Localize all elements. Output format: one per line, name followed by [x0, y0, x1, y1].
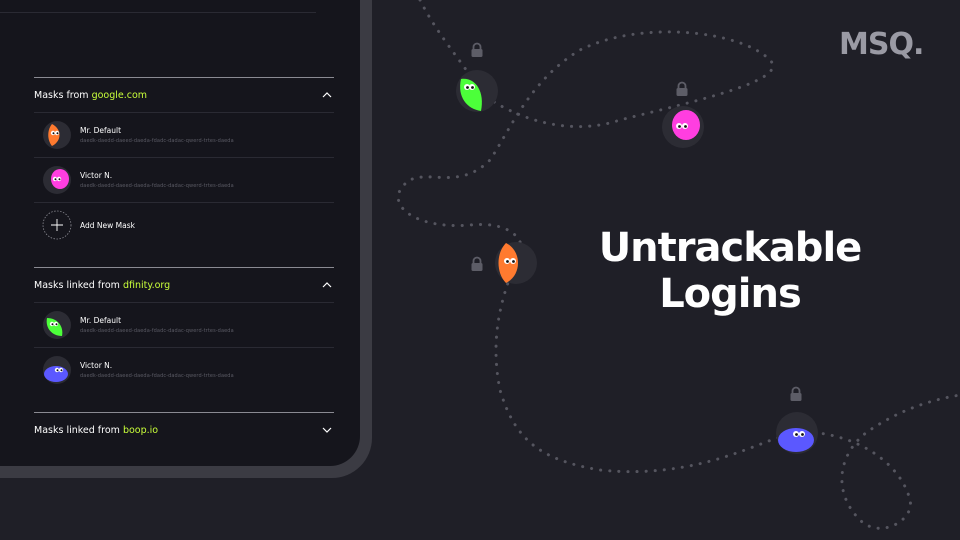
mask-node-green [456, 70, 498, 112]
mask-id: daedk-daedd-daeed-daeda-fdadc-dadac-qwer… [80, 183, 234, 189]
chevron-up-icon[interactable] [320, 88, 334, 102]
section-header[interactable]: Masks linked from boop.io [34, 413, 334, 447]
lock-icon [471, 256, 483, 271]
mask-id: daedk-daedd-daeed-daeda-fdadc-dadac-qwer… [80, 373, 234, 379]
lock-icon [676, 81, 688, 96]
mask-row[interactable]: Mr. Default daedk-daedd-daeed-daeda-fdad… [34, 112, 334, 157]
section-title: Masks from google.com [34, 89, 148, 101]
mask-row[interactable]: Victor N. daedk-daedd-daeed-daeda-fdadc-… [34, 157, 334, 202]
section-domain: dfinity.org [122, 279, 171, 291]
section-domain: google.com [91, 89, 148, 101]
mask-avatar-green [43, 311, 71, 339]
mask-name: Mr. Default [80, 316, 122, 325]
mask-avatar-pink [43, 166, 71, 194]
section-header[interactable]: Masks from google.com [34, 78, 334, 112]
mask-node-pink [662, 106, 704, 148]
mask-name: Victor N. [80, 361, 113, 370]
plus-icon [42, 210, 72, 240]
section-google: Masks from google.com Mr. Default daedk-… [34, 77, 334, 247]
add-new-mask-button[interactable]: Add New Mask [34, 202, 334, 247]
chevron-down-icon[interactable] [320, 423, 334, 437]
mask-avatar-blue [43, 356, 71, 384]
section-title: Masks linked from boop.io [34, 424, 159, 436]
headline-line-1: Untrackable [598, 225, 863, 271]
lock-icon [471, 42, 483, 57]
mask-name: Victor N. [80, 171, 113, 180]
mask-name: Mr. Default [80, 126, 122, 135]
mask-node-blue [776, 412, 818, 454]
lock-icon [790, 386, 802, 401]
mask-row[interactable]: Mr. Default daedk-daedd-daeed-daeda-fdad… [34, 302, 334, 347]
section-title: Masks linked from dfinity.org [34, 279, 171, 291]
mask-id: daedk-daedd-daeed-daeda-fdadc-dadac-qwer… [80, 138, 234, 144]
divider [0, 12, 316, 13]
section-domain: boop.io [122, 424, 159, 436]
section-dfinity: Masks linked from dfinity.org Mr. Defaul… [34, 267, 334, 392]
headline: Untrackable Logins [590, 225, 870, 317]
section-header[interactable]: Masks linked from dfinity.org [34, 268, 334, 302]
mask-row[interactable]: Victor N. daedk-daedd-daeed-daeda-fdadc-… [34, 347, 334, 392]
mask-avatar-orange [43, 121, 71, 149]
headline-line-2: Logins [659, 271, 802, 317]
chevron-up-icon[interactable] [320, 278, 334, 292]
mask-id: daedk-daedd-daeed-daeda-fdadc-dadac-qwer… [80, 328, 234, 334]
app-screen: Masks from google.com Mr. Default daedk-… [0, 0, 360, 466]
add-new-mask-label: Add New Mask [80, 220, 135, 230]
mask-node-orange [495, 242, 537, 284]
section-boop: Masks linked from boop.io [34, 412, 334, 447]
brand-logo: MSQ. [839, 27, 924, 62]
